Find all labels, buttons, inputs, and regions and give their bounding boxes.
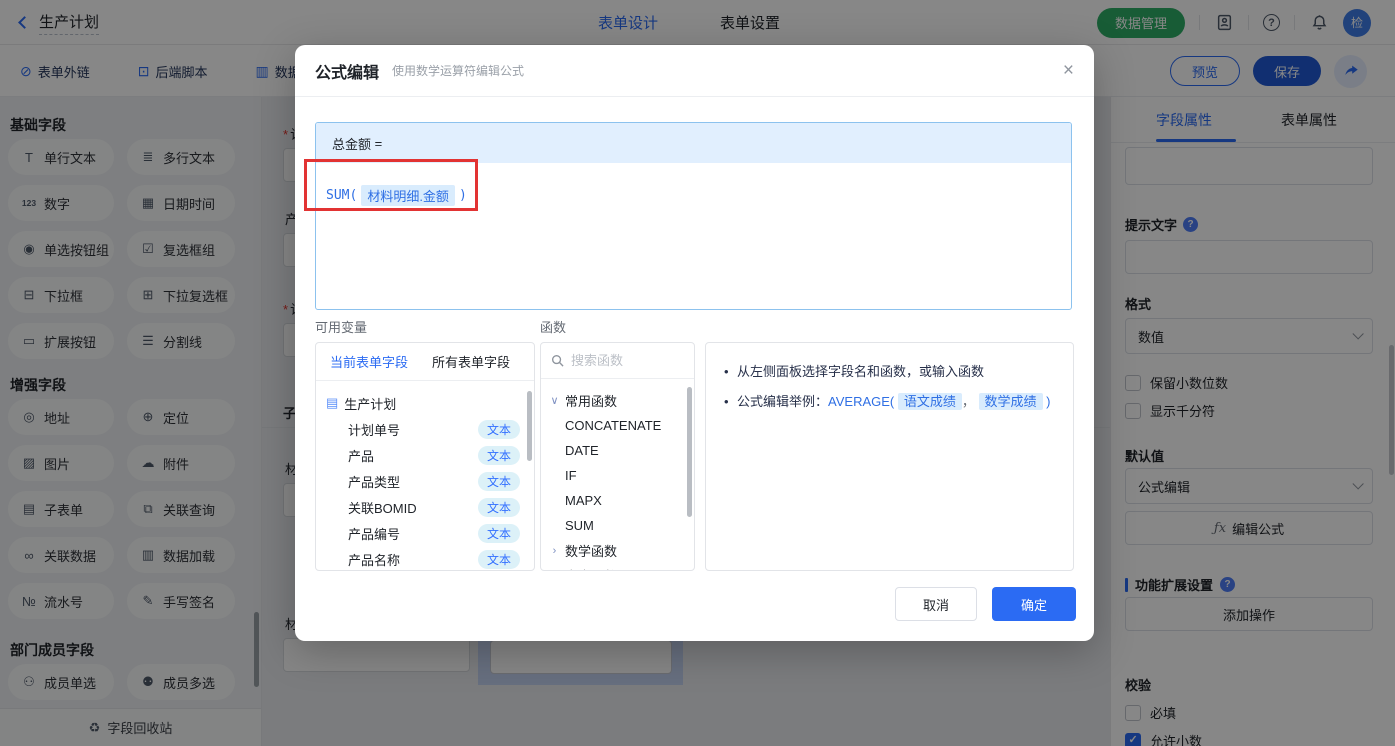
root-label: 生产计划 <box>344 396 397 412</box>
variable-row[interactable]: 计划单号 文本 <box>326 416 528 442</box>
function-search <box>541 343 694 379</box>
tip-line-2: 公式编辑举例：AVERAGE( 语文成绩， 数学成绩 ) <box>722 387 1057 417</box>
variables-scrollbar[interactable] <box>527 391 532 461</box>
variable-row[interactable]: 产品名称 文本 <box>326 546 528 570</box>
tab-all-form-fields[interactable]: 所有表单字段 <box>432 352 510 371</box>
function-item-concatenate[interactable]: CONCATENATE <box>549 413 690 438</box>
screen: 生产计划 表单设计 表单设置 数据管理 ? 检 ⊘ 表单外链 ⊡ 后端脚本 ▥ … <box>0 0 1395 746</box>
variable-row[interactable]: 产品编号 文本 <box>326 520 528 546</box>
type-badge: 文本 <box>477 497 520 517</box>
formula-expression[interactable]: SUM( 材料明细.金额 ) <box>316 163 1071 228</box>
function-name: SUM( <box>326 188 358 203</box>
variables-tree: ▤ 生产计划 计划单号 文本 产品 文本 产品类型 文本 关联BOMID 文本 产品编号… <box>316 381 534 570</box>
functions-panel: ∨ 常用函数 CONCATENATE DATE IF MAPX SUM › 数学… <box>540 342 695 571</box>
equals-sign: = <box>374 135 383 151</box>
group-math-functions[interactable]: › 数学函数 <box>549 538 690 563</box>
variable-row[interactable]: 产品 文本 <box>326 442 528 468</box>
chevron-open-icon: ∨ <box>550 395 559 407</box>
variables-panel: 当前表单字段 所有表单字段 ▤ 生产计划 计划单号 文本 产品 文本 产品类型 文本 … <box>315 342 535 571</box>
field-reference-chip[interactable]: 材料明细.金额 <box>361 185 455 206</box>
search-icon <box>551 354 564 367</box>
dialog-header: 公式编辑 使用数学运算符编辑公式 × <box>295 45 1094 97</box>
functions-tree: ∨ 常用函数 CONCATENATE DATE IF MAPX SUM › 数学… <box>541 379 694 571</box>
chevron-right-icon: › <box>552 544 557 557</box>
functions-scrollbar[interactable] <box>687 387 692 517</box>
close-icon[interactable]: × <box>1063 61 1074 80</box>
group-common-functions[interactable]: ∨ 常用函数 <box>549 388 690 413</box>
variable-row[interactable]: 产品类型 文本 <box>326 468 528 494</box>
variables-label: 可用变量 <box>315 320 368 335</box>
variable-name: 关联BOMID <box>348 500 417 516</box>
tree-root-form[interactable]: ▤ 生产计划 <box>326 390 528 416</box>
chevron-right-icon: › <box>549 570 560 571</box>
closing-paren: ) <box>458 188 467 203</box>
type-badge: 文本 <box>477 471 520 491</box>
formula-editor[interactable]: 总金额 = SUM( 材料明细.金额 ) <box>315 122 1072 310</box>
example-field-chip: 语文成绩 <box>897 393 962 410</box>
confirm-button[interactable]: 确定 <box>992 587 1076 621</box>
type-badge: 文本 <box>477 445 520 465</box>
function-search-input[interactable] <box>571 353 671 368</box>
type-badge: 文本 <box>477 419 520 439</box>
function-item-mapx[interactable]: MAPX <box>549 488 690 513</box>
function-item-date[interactable]: DATE <box>549 438 690 463</box>
tip-line-1: 从左侧面板选择字段名和函数，或输入函数 <box>722 357 1057 387</box>
variable-row[interactable]: 关联BOMID 文本 <box>326 494 528 520</box>
formula-target: 总金额 <box>332 136 372 152</box>
variable-name: 产品名称 <box>348 552 401 568</box>
variables-tabs: 当前表单字段 所有表单字段 <box>316 343 534 381</box>
tips-panel: 从左侧面板选择字段名和函数，或输入函数 公式编辑举例：AVERAGE( 语文成绩… <box>705 342 1074 571</box>
example-field-chip: 数学成绩 <box>978 393 1043 410</box>
variable-name: 产品类型 <box>348 474 401 490</box>
tab-current-form-fields[interactable]: 当前表单字段 <box>330 352 408 371</box>
dialog-subtitle: 使用数学运算符编辑公式 <box>392 64 525 78</box>
type-badge: 文本 <box>477 523 520 543</box>
function-item-sum[interactable]: SUM <box>549 513 690 538</box>
group-text-functions[interactable]: › 文本函数 <box>549 563 690 571</box>
variable-name: 产品编号 <box>348 526 401 542</box>
functions-label: 函数 <box>540 320 567 335</box>
function-item-if[interactable]: IF <box>549 463 690 488</box>
dialog-title: 公式编辑 <box>315 64 380 82</box>
variable-name: 产品 <box>348 448 375 464</box>
variable-name: 计划单号 <box>348 422 401 438</box>
cancel-button[interactable]: 取消 <box>895 587 977 621</box>
type-badge: 文本 <box>477 549 520 569</box>
dialog-footer: 取消 确定 <box>295 587 1076 621</box>
formula-edit-dialog: 公式编辑 使用数学运算符编辑公式 × 总金额 = SUM( 材料明细.金额 ) … <box>295 45 1094 641</box>
formula-target-row: 总金额 = <box>316 123 1071 163</box>
document-icon: ▤ <box>326 395 339 410</box>
